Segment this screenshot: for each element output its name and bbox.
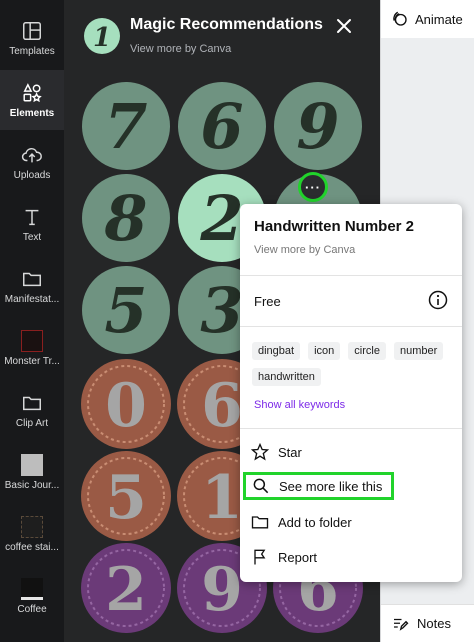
panel-header: 1 Magic Recommendations View more by Can… xyxy=(64,0,380,72)
thumbnail-icon xyxy=(21,329,43,352)
sidebar-item-monster-truck[interactable]: Monster Tr... xyxy=(0,318,64,378)
menu-item-label: Add to folder xyxy=(278,514,352,530)
sidebar-item-label: Elements xyxy=(9,107,55,119)
sidebar-item-coffee-stain[interactable]: coffee stai... xyxy=(0,504,64,564)
sidebar-item-clip-art[interactable]: Clip Art xyxy=(0,380,64,440)
flag-icon xyxy=(254,549,266,565)
number-tile[interactable]: 8 xyxy=(82,174,170,262)
folder-icon xyxy=(23,396,41,410)
info-icon[interactable] xyxy=(428,290,448,310)
sidebar-item-label: Uploads xyxy=(13,169,51,181)
notes-label: Notes xyxy=(417,616,451,631)
star-icon xyxy=(250,442,270,461)
sidebar-item-label: Templates xyxy=(9,45,55,57)
svg-text:2: 2 xyxy=(105,555,147,625)
sidebar-item-label: Clip Art xyxy=(15,417,49,429)
popup-subtitle-link[interactable]: View more by Canva xyxy=(254,244,355,256)
text-icon xyxy=(25,209,39,225)
search-icon xyxy=(253,478,269,494)
sidebar-item-basic-journal[interactable]: Basic Jour... xyxy=(0,442,64,502)
folder-icon xyxy=(251,516,269,529)
number-tile[interactable]: 7 xyxy=(82,82,170,170)
thumbnail-icon xyxy=(21,577,43,600)
panel-subtitle-link[interactable]: View more by Canva xyxy=(130,43,231,55)
upload-icon xyxy=(21,147,42,162)
sidebar-item-label: Coffee xyxy=(17,603,47,615)
svg-text:9: 9 xyxy=(201,555,243,625)
sidebar-item-label: Basic Jour... xyxy=(4,479,60,491)
keyword-tag[interactable]: handwritten xyxy=(252,368,321,386)
element-info-popup: Handwritten Number 2 View more by Canva … xyxy=(240,204,462,582)
svg-text:2: 2 xyxy=(199,182,243,255)
menu-item-label: See more like this xyxy=(279,478,383,494)
sidebar-item-label: Text xyxy=(22,231,42,243)
sidebar-item-label: Manifestat... xyxy=(4,293,60,305)
number-tile[interactable]: 5 xyxy=(81,451,171,541)
keyword-tag[interactable]: icon xyxy=(308,342,341,360)
popup-title: Handwritten Number 2 xyxy=(254,218,415,235)
add-to-folder-menu-item[interactable]: Add to folder xyxy=(250,508,450,536)
notes-icon xyxy=(394,618,409,631)
svg-text:5: 5 xyxy=(105,463,147,533)
sidebar-item-label: coffee stai... xyxy=(5,541,59,553)
sidebar-item-templates[interactable]: Templates xyxy=(0,8,64,68)
divider xyxy=(240,326,462,327)
show-all-keywords-link[interactable]: Show all keywords xyxy=(254,399,345,411)
thumbnail-icon xyxy=(21,515,43,538)
keyword-list: dingbat icon circle number handwritten xyxy=(252,342,458,386)
more-label: ··· xyxy=(305,179,321,195)
star-menu-item[interactable]: Star xyxy=(250,438,450,466)
svg-text:1: 1 xyxy=(93,23,111,53)
sidebar-item-coffee[interactable]: Coffee xyxy=(0,566,64,626)
number-tile[interactable]: 0 xyxy=(81,359,171,449)
sidebar-item-manifestation[interactable]: Manifestat... xyxy=(0,256,64,316)
menu-item-label: Report xyxy=(278,549,318,565)
license-label: Free xyxy=(254,294,281,309)
recommendation-badge: 1 xyxy=(84,18,120,54)
close-icon[interactable] xyxy=(332,14,356,38)
sidebar-item-label: Monster Tr... xyxy=(4,355,60,367)
sidebar: Templates Elements Uploads Text Manifest… xyxy=(0,0,64,642)
svg-text:7: 7 xyxy=(104,90,147,163)
panel-title: Magic Recommendations xyxy=(130,16,323,33)
notes-button[interactable]: Notes xyxy=(381,604,474,642)
thumbnail-icon xyxy=(21,453,43,476)
animate-label: Animate xyxy=(415,11,463,27)
svg-text:9: 9 xyxy=(296,90,339,163)
number-tile[interactable]: 5 xyxy=(82,266,170,354)
templates-icon xyxy=(23,21,41,40)
elements-icon xyxy=(23,82,42,102)
sidebar-item-uploads[interactable]: Uploads xyxy=(0,132,64,192)
svg-text:6: 6 xyxy=(201,371,243,441)
see-more-like-this-menu-item[interactable]: See more like this xyxy=(243,472,394,500)
more-options-button[interactable]: ··· xyxy=(298,172,328,202)
menu-item-label: Star xyxy=(278,444,302,460)
sidebar-item-elements[interactable]: Elements xyxy=(0,70,64,130)
svg-text:0: 0 xyxy=(105,371,147,441)
keyword-tag[interactable]: number xyxy=(393,342,444,360)
svg-text:8: 8 xyxy=(103,182,147,255)
svg-text:1: 1 xyxy=(201,463,243,533)
svg-text:3: 3 xyxy=(200,274,243,347)
animate-icon xyxy=(393,11,407,26)
divider xyxy=(240,428,462,429)
folder-icon xyxy=(23,272,41,286)
report-menu-item[interactable]: Report xyxy=(250,543,450,571)
keyword-tag[interactable]: circle xyxy=(348,342,386,360)
svg-text:6: 6 xyxy=(200,90,243,163)
number-tile[interactable]: 9 xyxy=(274,82,362,170)
svg-text:5: 5 xyxy=(104,274,147,347)
keyword-tag[interactable]: dingbat xyxy=(252,342,301,360)
divider xyxy=(240,275,462,276)
number-tile[interactable]: 2 xyxy=(81,543,171,633)
sidebar-item-text[interactable]: Text xyxy=(0,194,64,254)
number-tile[interactable]: 6 xyxy=(178,82,266,170)
animate-button[interactable]: Animate xyxy=(381,0,474,38)
